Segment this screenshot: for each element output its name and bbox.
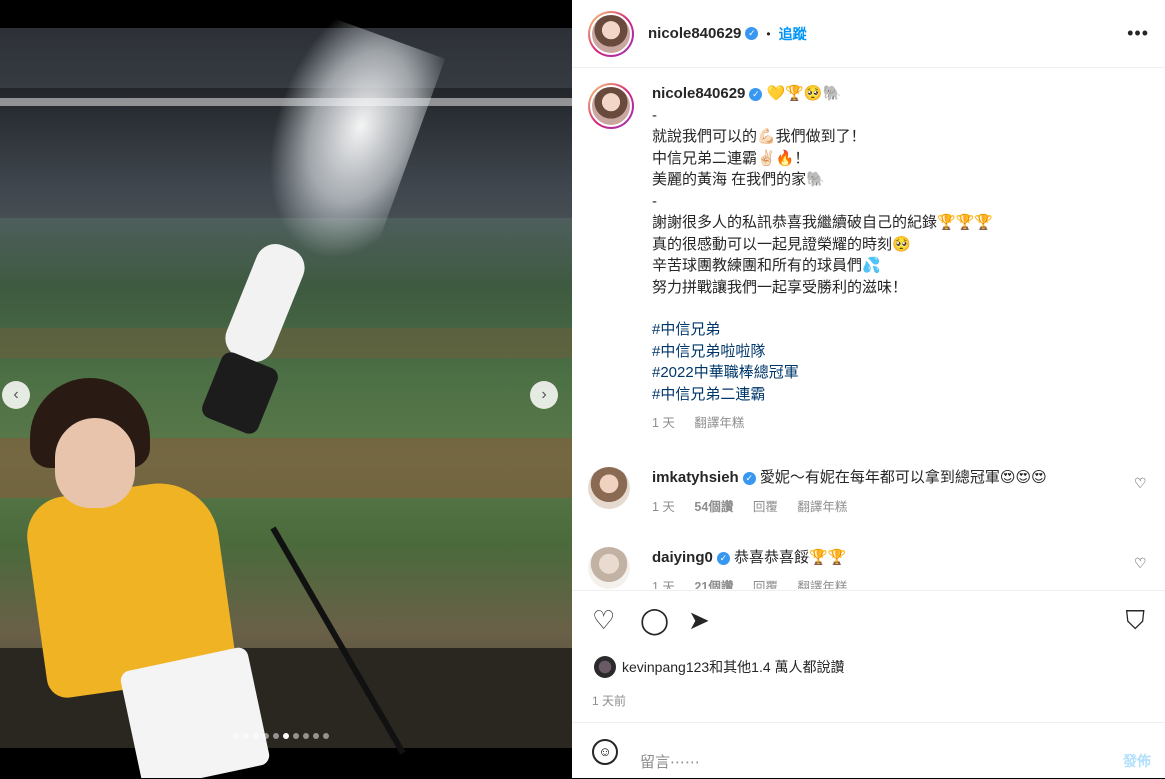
emoji-icon[interactable]: ☺ — [592, 739, 618, 765]
prev-arrow-button[interactable]: ‹ — [2, 381, 30, 409]
save-bookmark-icon[interactable]: ⛉ — [1125, 605, 1145, 635]
comment-reply-button[interactable]: 回覆 — [753, 580, 778, 590]
verified-icon: ✓ — [742, 471, 756, 485]
comment-bubble-icon[interactable]: ◯ — [640, 605, 669, 635]
like-heart-icon[interactable]: ♡ — [592, 605, 615, 635]
caption-header: nicole840629 ✓ 💛🏆🥺🐘 — [652, 83, 1132, 105]
carousel-dot — [303, 733, 309, 739]
post-media: ‹ › — [0, 0, 572, 778]
avatar-image — [590, 85, 632, 127]
username-link[interactable]: nicole840629 — [648, 25, 741, 42]
caption-line: 就說我們可以的💪🏻我們做到了！ — [652, 128, 866, 145]
hashtag-link[interactable]: #2022中華職棒總冠軍 — [652, 362, 1132, 384]
hashtag-link[interactable]: #中信兄弟 — [652, 319, 1132, 341]
caption-body: nicole840629 ✓ 💛🏆🥺🐘 - 就說我們可以的💪🏻我們做到了！ 中信兄弟二… — [652, 83, 1132, 435]
comment-meta: 1 天 54個讚 回覆 翻譯年糕 — [652, 497, 1132, 519]
caption-translate-link[interactable]: 翻譯年糕 — [694, 416, 744, 430]
photo-infield — [0, 328, 572, 358]
comment-likes[interactable]: 21個讚 — [694, 580, 733, 590]
comment-input[interactable]: 留言⋯⋯ — [640, 751, 700, 772]
caption-header-emoji: 💛🏆🥺🐘 — [766, 85, 842, 102]
carousel-dot — [253, 733, 259, 739]
hashtag-link[interactable]: #中信兄弟二連霸 — [652, 384, 1132, 406]
comment-translate-link[interactable]: 翻譯年糕 — [797, 500, 847, 514]
share-icon[interactable]: ➤ — [688, 605, 710, 635]
like-comment-heart-icon[interactable]: ♡ — [1134, 475, 1148, 491]
carousel-dot — [233, 733, 239, 739]
verified-icon: ✓ — [716, 551, 730, 565]
chevron-right-icon: › — [541, 386, 547, 403]
post-timestamp: 1 天前 — [592, 694, 627, 708]
comment-text: 恭喜恭喜餒🏆🏆 — [734, 549, 847, 566]
caption-line: 美麗的黃海 在我們的家🐘 — [652, 171, 825, 188]
caption-line: 謝謝很多人的私訊恭喜我繼續破自己的紀錄🏆🏆🏆 — [652, 214, 994, 231]
caption-line: 中信兄弟二連霸✌🏻🔥！ — [652, 149, 810, 167]
photo-head — [55, 418, 135, 508]
caption-text: - 就說我們可以的💪🏻我們做到了！ 中信兄弟二連霸✌🏻🔥！ 美麗的黃海 在我們的家🐘 -… — [652, 105, 1132, 299]
like-comment-heart-icon[interactable]: ♡ — [1134, 555, 1148, 571]
comment-translate-link[interactable]: 翻譯年糕 — [797, 580, 847, 590]
avatar-image — [590, 12, 632, 55]
hashtag-link[interactable]: #中信兄弟啦啦隊 — [652, 341, 1132, 363]
carousel-dot — [293, 733, 299, 739]
likes-summary[interactable]: kevinpang123和其他1.4 萬人都說讚 — [594, 656, 845, 678]
post-header: nicole840629 ✓ • 追蹤 ••• — [572, 0, 1165, 68]
more-options-icon[interactable]: ••• — [1127, 23, 1149, 44]
avatar[interactable] — [588, 10, 634, 57]
carousel-dot — [313, 733, 319, 739]
caption-line: - — [652, 192, 657, 210]
likes-text[interactable]: kevinpang123和其他1.4 萬人都說讚 — [622, 657, 845, 677]
carousel-dot — [273, 733, 279, 739]
carousel-dot — [263, 733, 269, 739]
carousel-dot — [243, 733, 249, 739]
photo-smoke — [234, 10, 446, 276]
chevron-left-icon: ‹ — [13, 386, 19, 403]
verified-icon: ✓ — [749, 87, 763, 101]
comment-text: 愛妮～有妮在每年都可以拿到總冠軍😍😍😍 — [759, 469, 1047, 486]
caption-line: 努力拼戰讓我們一起享受勝利的滋味！ — [652, 278, 908, 296]
verified-icon: ✓ — [745, 27, 759, 40]
next-arrow-button[interactable]: › — [530, 381, 558, 409]
caption-hashtags: #中信兄弟 #中信兄弟啦啦隊 #2022中華職棒總冠軍 #中信兄弟二連霸 — [652, 319, 1132, 405]
caption-line: 真的很感動可以一起見證榮耀的時刻🥺 — [652, 235, 911, 253]
post-photo — [0, 10, 572, 778]
carousel-dot — [323, 733, 329, 739]
caption-age: 1 天 — [652, 416, 675, 430]
caption-avatar[interactable] — [588, 83, 634, 129]
post-panel: nicole840629 ✓ • 追蹤 ••• nicole840629 ✓ 💛🏆… — [572, 0, 1165, 778]
comment-avatar[interactable] — [588, 467, 630, 509]
caption-line: - — [652, 106, 657, 124]
carousel-dots — [233, 733, 329, 739]
action-bar: ♡ ◯ ➤ ⛉ — [572, 590, 1165, 651]
comment-box: ☺ 留言⋯⋯ 發佈 — [572, 722, 1165, 779]
follow-button[interactable]: 追蹤 — [779, 24, 807, 44]
comment-body: imkatyhsieh ✓ 愛妮～有妮在每年都可以拿到總冠軍😍😍😍 1 天 54個… — [652, 467, 1132, 518]
comment-reply-button[interactable]: 回覆 — [753, 500, 778, 514]
comment-username[interactable]: daiying0 — [652, 549, 713, 566]
comments-section: nicole840629 ✓ 💛🏆🥺🐘 - 就說我們可以的💪🏻我們做到了！ 中信兄弟二… — [572, 69, 1165, 589]
caption-line: 辛苦球團教練團和所有的球員們💦 — [652, 257, 881, 274]
comment-likes[interactable]: 54個讚 — [694, 500, 733, 514]
carousel-dot — [283, 733, 289, 739]
comment-age: 1 天 — [652, 579, 675, 590]
separator-dot: • — [766, 26, 771, 41]
liker-avatar — [594, 656, 616, 678]
caption-username[interactable]: nicole840629 — [652, 85, 745, 102]
comment-username[interactable]: imkatyhsieh — [652, 469, 739, 486]
comment-age: 1 天 — [652, 499, 675, 514]
comment-avatar[interactable] — [588, 547, 630, 589]
comment-body: daiying0 ✓ 恭喜恭喜餒🏆🏆 1 天 21個讚 回覆 翻譯年糕 — [652, 547, 1132, 589]
caption-meta: 1 天 翻譯年糕 — [652, 413, 1132, 435]
comment-meta: 1 天 21個讚 回覆 翻譯年糕 — [652, 577, 1132, 590]
photo-cheerleader — [20, 378, 280, 778]
post-comment-button[interactable]: 發佈 — [1123, 751, 1151, 771]
